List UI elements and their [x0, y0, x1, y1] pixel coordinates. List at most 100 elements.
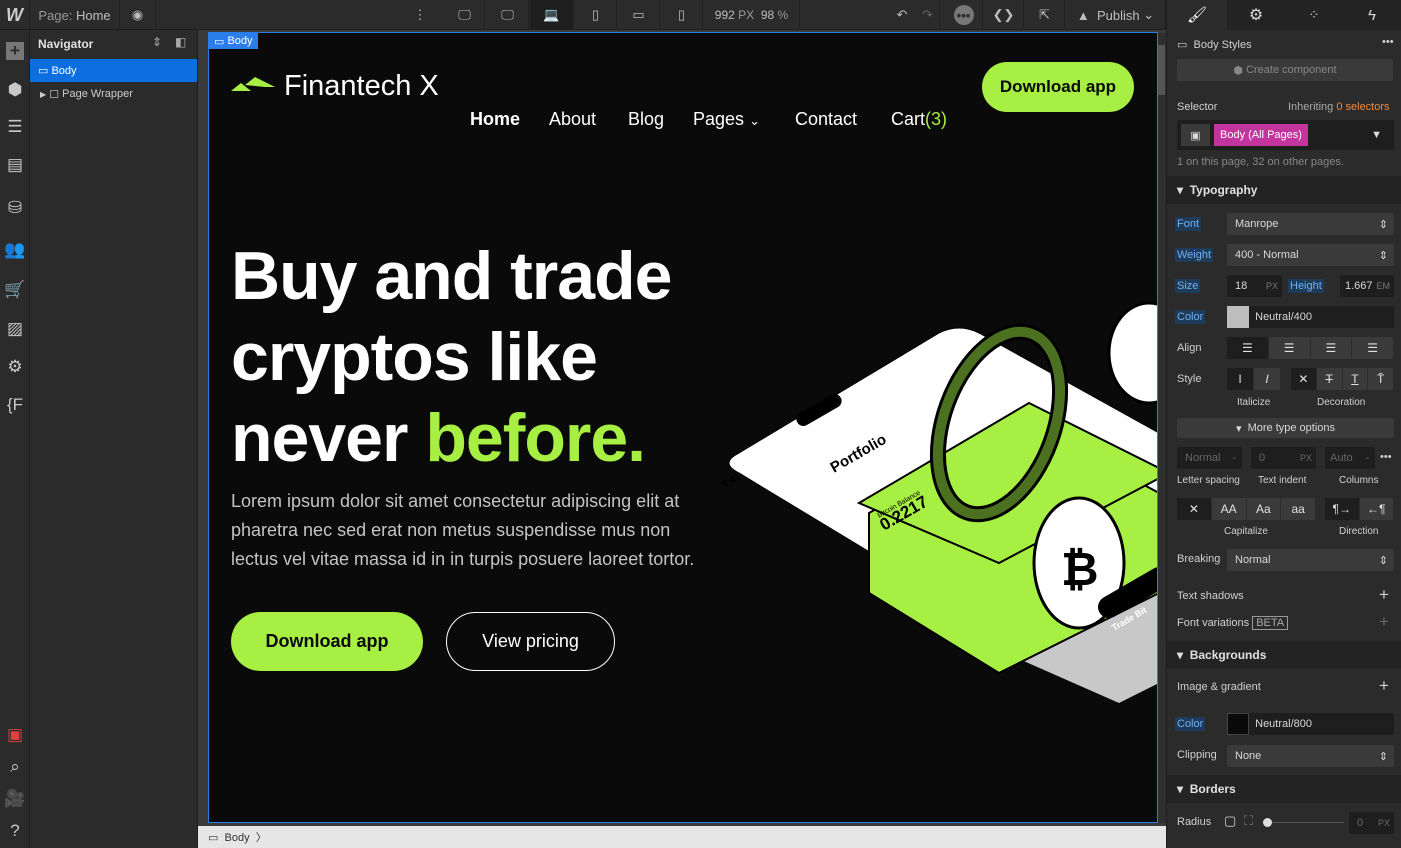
align-left-icon[interactable]: ☰ [1227, 337, 1269, 359]
assets-icon[interactable]: ▨ [0, 314, 30, 344]
italicize-caption: Italicize [1237, 397, 1271, 408]
canvas-scrollbar[interactable] [1157, 33, 1166, 823]
radius-slider[interactable] [1263, 818, 1344, 827]
breakpoint-desktop-icon[interactable]: 💻 [530, 0, 574, 30]
weight-label: Weight [1175, 248, 1214, 262]
breakpoint-mobile-icon[interactable]: ▯ [661, 0, 703, 30]
letter-spacing-input[interactable]: Normal - [1177, 447, 1242, 469]
text-indent-input[interactable]: 0 PX [1251, 447, 1316, 469]
rtl-icon[interactable]: ←¶ [1359, 498, 1394, 520]
selector-field[interactable]: ▣ Body (All Pages) ▼ [1177, 120, 1394, 150]
svg-text:₿: ₿ [1061, 543, 1099, 595]
breakpoint-tablet-icon[interactable]: ▯ [575, 0, 617, 30]
size-input[interactable]: 18 PX [1227, 275, 1282, 297]
components-cube-icon[interactable]: ⬢ [0, 75, 30, 105]
nav-about[interactable]: About [549, 109, 596, 130]
lowercase-icon[interactable]: aa [1281, 498, 1316, 520]
header-download-button[interactable]: Download app [982, 62, 1134, 112]
pages-icon[interactable]: ▤ [0, 150, 30, 180]
nav-cart[interactable]: Cart(3) [891, 109, 947, 130]
dock-panel-icon[interactable]: ◧ [175, 35, 186, 49]
nav-item-body[interactable]: ▭ Body [30, 59, 197, 82]
columns-input[interactable]: Auto - [1325, 447, 1375, 469]
more-type-options-toggle[interactable]: ▾ More type options [1177, 418, 1394, 438]
line-height-input[interactable]: 1.667 EM [1340, 275, 1394, 297]
export-icon[interactable]: ⇱ [1025, 0, 1065, 30]
cms-database-icon[interactable]: ⛁ [0, 193, 30, 223]
undo-icon[interactable]: ↶ [890, 0, 914, 30]
publish-button[interactable]: ▲ Publish ⌄ [1066, 0, 1166, 30]
interactions-bolt-icon[interactable]: ϟ [1343, 0, 1401, 30]
view-pricing-button[interactable]: View pricing [446, 612, 615, 671]
overline-icon[interactable]: T̄ [1368, 368, 1394, 390]
radius-all-icon[interactable]: ▢ [1224, 813, 1236, 829]
uppercase-icon[interactable]: AA [1211, 498, 1247, 520]
breakpoint-desktop-l-icon[interactable]: 🖵 [487, 0, 529, 30]
no-transform-icon[interactable]: ✕ [1177, 498, 1212, 520]
add-icon[interactable]: + [0, 36, 30, 66]
strikethrough-icon[interactable]: T [1316, 368, 1343, 390]
nav-pages[interactable]: Pages ⌄ [693, 109, 760, 130]
nav-blog[interactable]: Blog [628, 109, 664, 130]
breakpoint-desktop-xl-icon[interactable]: 🖵 [445, 0, 485, 30]
comments-icon[interactable]: ••• [945, 0, 983, 30]
logo-text[interactable]: Finantech X [284, 70, 439, 103]
navigator-icon[interactable]: ☰ [0, 112, 30, 142]
style-manager-drops-icon[interactable]: ⁘ [1285, 0, 1343, 30]
clipping-select[interactable]: None ⇕ [1227, 745, 1394, 767]
align-center-icon[interactable]: ☰ [1268, 337, 1311, 359]
add-font-variation-icon[interactable]: + [1379, 612, 1389, 632]
add-background-image-icon[interactable]: + [1379, 676, 1389, 696]
columns-more-icon[interactable]: ••• [1380, 451, 1392, 463]
settings-gear-icon[interactable]: ⚙ [1227, 0, 1285, 30]
font-select[interactable]: Manrope ⇕ [1227, 213, 1394, 235]
code-icon[interactable]: ❮❯ [984, 0, 1024, 30]
breakpoint-landscape-icon[interactable]: ▭ [618, 0, 660, 30]
page-selector[interactable]: Page: Home [30, 0, 120, 30]
ecommerce-cart-icon[interactable]: 🛒 [0, 275, 30, 305]
nav-contact[interactable]: Contact [795, 109, 857, 130]
site-body[interactable]: Finantech X Home About Blog Pages ⌄ Cont… [208, 32, 1158, 823]
create-component-button[interactable]: ⬢ Create component [1177, 59, 1393, 81]
italic-icon[interactable]: I [1254, 368, 1281, 390]
nav-home[interactable]: Home [470, 109, 520, 130]
regular-icon[interactable]: I [1227, 368, 1254, 390]
underline-icon[interactable]: T [1342, 368, 1369, 390]
backgrounds-section-header[interactable]: ▾ Backgrounds [1167, 641, 1401, 669]
capitalize-icon[interactable]: Aa [1246, 498, 1282, 520]
ltr-icon[interactable]: ¶→ [1325, 498, 1360, 520]
record-icon[interactable]: ▣ [0, 720, 30, 750]
typography-section-header[interactable]: ▾ Typography [1167, 176, 1401, 204]
settings-gear-icon[interactable]: ⚙ [0, 352, 30, 382]
page-label: Page: [38, 7, 73, 23]
align-justify-icon[interactable]: ☰ [1352, 337, 1394, 359]
search-icon[interactable]: ⌕ [0, 752, 30, 782]
selector-tag[interactable]: Body (All Pages) [1214, 124, 1308, 146]
text-color-field[interactable]: Neutral/400 [1227, 306, 1394, 328]
webflow-logo[interactable]: W [0, 0, 30, 30]
users-icon[interactable]: 👥 [0, 235, 30, 265]
download-app-button[interactable]: Download app [231, 612, 423, 671]
video-icon[interactable]: 🎥 [0, 784, 30, 814]
borders-section-header[interactable]: ▾ Borders [1167, 775, 1401, 803]
no-decoration-icon[interactable]: ✕ [1291, 368, 1317, 390]
breadcrumb-body[interactable]: ▭ Body 〉 [208, 829, 267, 845]
variables-icon[interactable]: {F [0, 390, 30, 420]
breaking-select[interactable]: Normal ⇕ [1227, 549, 1394, 571]
nav-item-page-wrapper[interactable]: ▶ ☐ Page Wrapper [40, 83, 133, 105]
bg-color-field[interactable]: Neutral/800 [1227, 713, 1394, 735]
preview-eye-icon[interactable]: ◉ [120, 0, 156, 30]
add-text-shadow-icon[interactable]: + [1379, 585, 1389, 605]
weight-select[interactable]: 400 - Normal ⇕ [1227, 244, 1394, 266]
redo-icon[interactable]: ↷ [916, 0, 940, 30]
viewport-size: 992 PX 98 % [704, 0, 800, 30]
more-vertical-icon[interactable]: ⋮ [405, 0, 435, 30]
style-brush-icon[interactable]: 🖌 [1167, 0, 1227, 30]
expand-collapse-icon[interactable]: ⇕ [152, 35, 162, 49]
radius-input[interactable]: 0 PX [1349, 812, 1394, 834]
inheriting-info[interactable]: Inheriting 0 selectors [1288, 101, 1390, 113]
help-icon[interactable]: ? [0, 816, 30, 846]
more-options-icon[interactable]: ••• [1382, 36, 1394, 48]
radius-individual-icon[interactable]: ⛶ [1244, 813, 1253, 829]
align-right-icon[interactable]: ☰ [1310, 337, 1353, 359]
